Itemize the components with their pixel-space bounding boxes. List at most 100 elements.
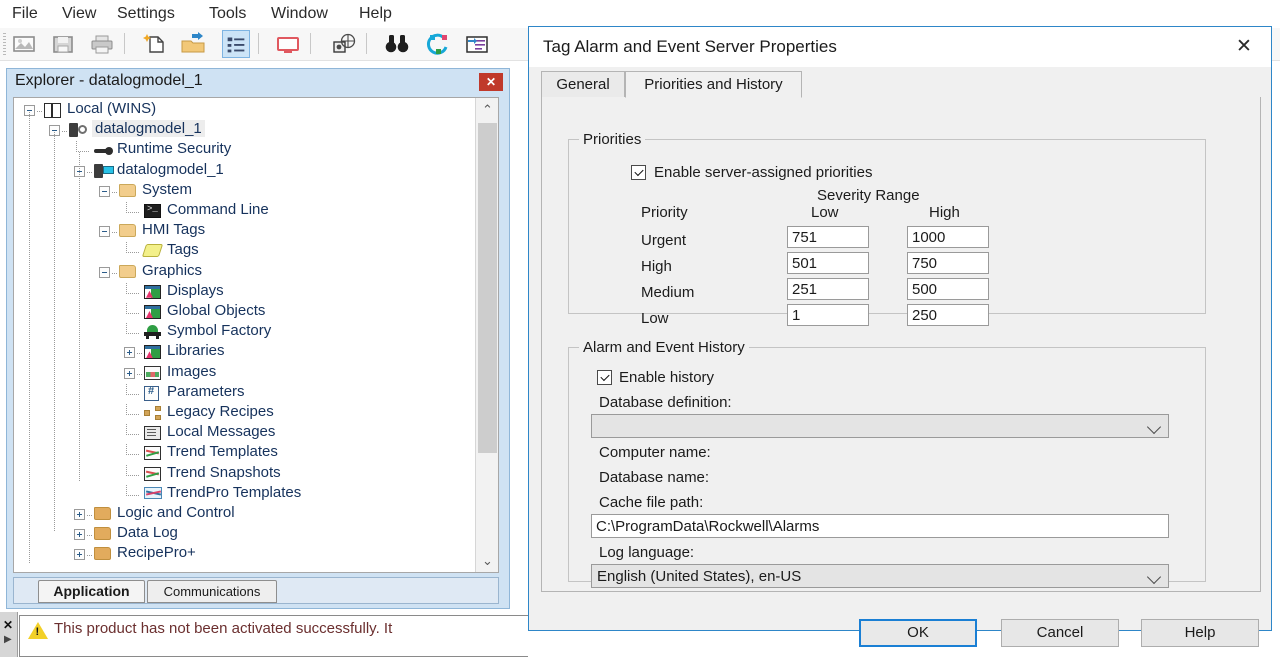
urgent-low-input[interactable] <box>787 226 869 248</box>
tree-item-displays[interactable]: Displays <box>14 282 474 303</box>
refresh-tags-icon[interactable] <box>424 30 452 58</box>
tree-item-datalogmodel-1[interactable]: datalogmodel_1 <box>14 161 474 182</box>
high-low-input[interactable] <box>787 252 869 274</box>
tree-item-libraries[interactable]: Libraries <box>14 342 474 363</box>
tree-item-label: Symbol Factory <box>167 322 272 340</box>
explorer-tree[interactable]: Local (WINS) datalogmodel_1 Runtime Securi… <box>14 98 476 572</box>
tree-connector <box>87 535 92 537</box>
output-close-icon[interactable]: ✕ <box>3 618 13 632</box>
new-application-icon[interactable] <box>10 30 38 58</box>
folder-open-icon <box>119 183 136 197</box>
tab-priorities-and-history[interactable]: Priorities and History <box>625 71 802 98</box>
tree-toggle-expand-icon[interactable] <box>74 529 85 541</box>
cache-file-path-input[interactable] <box>591 514 1169 538</box>
low-low-input[interactable] <box>787 304 869 326</box>
enable-history-checkbox[interactable] <box>597 370 612 385</box>
tree-connector <box>54 132 55 532</box>
local-messages-icon <box>144 426 161 441</box>
tree-connector <box>126 252 140 254</box>
menu-item-view[interactable]: View <box>58 3 100 25</box>
tree-item-graphics[interactable]: Graphics <box>14 262 474 283</box>
output-gutter: ✕ ▶ <box>0 612 18 657</box>
tree-vertical-scrollbar[interactable]: ⌃ ⌄ <box>475 98 498 572</box>
enable-server-assigned-priorities-checkbox[interactable] <box>631 165 646 180</box>
import-export-icon[interactable] <box>463 30 491 58</box>
tree-item-datalogmodel-1[interactable]: datalogmodel_1 <box>14 120 474 141</box>
tree-toggle-collapse-icon[interactable] <box>99 226 110 238</box>
menu-item-window[interactable]: Window <box>267 3 332 25</box>
output-expand-icon[interactable]: ▶ <box>4 634 12 645</box>
tree-item-global-objects[interactable]: Global Objects <box>14 302 474 323</box>
tree-connector <box>112 272 117 274</box>
tree-toggle-expand-icon[interactable] <box>124 347 135 359</box>
tree-item-recipepro[interactable]: RecipePro+ <box>14 544 474 565</box>
database-definition-combobox[interactable] <box>591 414 1169 438</box>
new-file-icon[interactable] <box>140 30 168 58</box>
menu-item-settings[interactable]: Settings <box>113 3 179 25</box>
tree-item-trend-templates[interactable]: Trend Templates <box>14 443 474 464</box>
tree-item-logic-and-control[interactable]: Logic and Control <box>14 504 474 525</box>
tree-item-symbol-factory[interactable]: Symbol Factory <box>14 322 474 343</box>
find-binoculars-icon[interactable] <box>383 30 411 58</box>
tab-communications[interactable]: Communications <box>147 580 277 603</box>
ok-button[interactable]: OK <box>859 619 977 647</box>
save-icon[interactable] <box>49 30 77 58</box>
close-icon[interactable]: ✕ <box>1227 35 1261 59</box>
display-monitor-icon[interactable] <box>274 30 302 58</box>
properties-list-icon[interactable] <box>222 30 250 58</box>
tree-toggle-collapse-icon[interactable] <box>99 185 110 197</box>
log-language-combobox[interactable]: English (United States), en-US <box>591 564 1169 588</box>
cancel-button[interactable]: Cancel <box>1001 619 1119 647</box>
urgent-high-input[interactable] <box>907 226 989 248</box>
tab-application[interactable]: Application <box>38 580 145 603</box>
scroll-up-icon[interactable]: ⌃ <box>476 98 498 121</box>
tree-item-local-wins[interactable]: Local (WINS) <box>14 100 474 121</box>
tree-item-parameters[interactable]: Parameters <box>14 383 474 404</box>
command-line-icon <box>144 204 161 218</box>
priority-row-label-medium: Medium <box>641 284 695 301</box>
high-high-input[interactable] <box>907 252 989 274</box>
tree-item-trendpro-templates[interactable]: TrendPro Templates <box>14 484 474 505</box>
tree-item-legacy-recipes[interactable]: Legacy Recipes <box>14 403 474 424</box>
tree-item-label: System <box>142 180 193 198</box>
tree-item-data-log[interactable]: Data Log <box>14 524 474 545</box>
tab-general[interactable]: General <box>541 71 625 98</box>
scroll-down-icon[interactable]: ⌄ <box>476 549 498 572</box>
tree-connector <box>126 202 127 213</box>
menu-item-file[interactable]: File <box>8 3 42 25</box>
menu-item-tools[interactable]: Tools <box>205 3 250 25</box>
tree-item-hmi-tags[interactable]: HMI Tags <box>14 221 474 242</box>
tree-item-command-line[interactable]: Command Line <box>14 201 474 222</box>
global-connections-icon[interactable] <box>330 30 358 58</box>
print-icon[interactable] <box>88 30 116 58</box>
tree-item-system[interactable]: System <box>14 180 474 202</box>
tree-item-local-messages[interactable]: Local Messages <box>14 423 474 444</box>
tree-toggle-expand-icon[interactable] <box>124 367 135 379</box>
priority-row-label-low: Low <box>641 310 669 327</box>
tree-item-trend-snapshots[interactable]: Trend Snapshots <box>14 464 474 485</box>
close-icon[interactable]: ✕ <box>479 73 503 91</box>
tree-item-tags[interactable]: Tags <box>14 241 474 262</box>
dialog-body: Priorities Enable server-assigned priori… <box>541 97 1261 592</box>
scrollbar-thumb[interactable] <box>478 123 497 453</box>
tree-item-runtime-security[interactable]: Runtime Security <box>14 140 474 161</box>
key-icon <box>94 143 113 158</box>
tree-toggle-collapse-icon[interactable] <box>99 266 110 278</box>
tree-toggle-expand-icon[interactable] <box>74 549 85 561</box>
tree-connector <box>126 282 127 294</box>
log-language-value: English (United States), en-US <box>597 568 802 585</box>
toolbar-grip[interactable] <box>3 33 6 55</box>
chevron-down-icon <box>1146 569 1162 585</box>
low-high-input[interactable] <box>907 304 989 326</box>
menu-item-help[interactable]: Help <box>355 3 396 25</box>
medium-high-input[interactable] <box>907 278 989 300</box>
tree-item-images[interactable]: Images <box>14 363 474 384</box>
tree-connector <box>87 515 92 516</box>
open-folder-icon[interactable] <box>179 30 207 58</box>
history-group-legend: Alarm and Event History <box>579 339 749 356</box>
tree-connector <box>29 112 30 564</box>
help-button[interactable]: Help <box>1141 619 1259 647</box>
medium-low-input[interactable] <box>787 278 869 300</box>
tree-toggle-expand-icon[interactable] <box>74 509 85 520</box>
tree-item-label: RecipePro+ <box>117 544 196 562</box>
